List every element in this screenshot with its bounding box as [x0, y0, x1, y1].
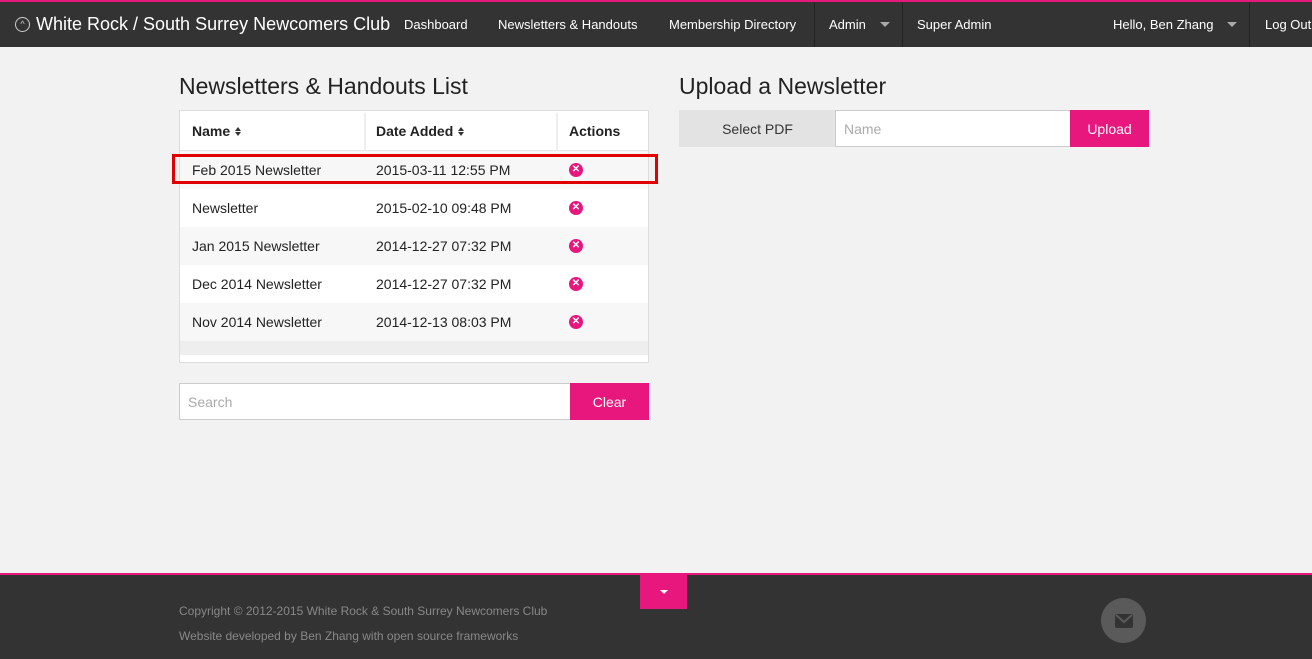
table-row[interactable]: Feb 2015 Newsletter 2015-03-11 12:55 PM … — [180, 151, 648, 189]
row-name: Newsletter — [192, 200, 259, 216]
chevron-down-icon — [1227, 22, 1238, 27]
list-title: Newsletters & Handouts List — [179, 73, 468, 99]
row-name: Nov 2014 Newsletter — [192, 314, 322, 330]
row-name: Jan 2015 Newsletter — [192, 238, 320, 254]
nav-dashboard[interactable]: Dashboard — [404, 2, 468, 47]
caret-down-icon — [659, 590, 668, 594]
column-header-actions: Actions — [569, 123, 621, 139]
column-header-name-label: Name — [192, 123, 231, 139]
delete-icon[interactable]: ✕ — [569, 315, 583, 329]
logo-icon: ^ — [15, 17, 30, 32]
mail-button[interactable] — [1101, 598, 1146, 643]
row-name: Feb 2015 Newsletter — [192, 162, 322, 178]
upload-button[interactable]: Upload — [1070, 110, 1149, 147]
table-row[interactable]: Dec 2014 Newsletter 2014-12-27 07:32 PM … — [180, 265, 648, 303]
row-date: 2015-02-10 09:48 PM — [376, 200, 512, 216]
row-date: 2014-12-27 07:32 PM — [376, 238, 512, 254]
nav-super-admin[interactable]: Super Admin — [917, 2, 991, 47]
nav-admin-label: Admin — [829, 17, 866, 32]
search-input[interactable] — [179, 383, 571, 420]
mail-icon — [1114, 613, 1133, 628]
delete-icon[interactable]: ✕ — [569, 201, 583, 215]
nav-admin-dropdown[interactable]: Admin — [829, 2, 890, 47]
column-header-date[interactable]: Date Added — [376, 111, 465, 151]
newsletters-table: Name Date Added Actions Feb 2015 Newslet… — [179, 110, 649, 363]
nav-user-dropdown[interactable]: Hello, Ben Zhang — [1113, 2, 1238, 47]
footer-copyright: Copyright © 2012-2015 White Rock & South… — [179, 604, 548, 618]
name-input[interactable] — [835, 110, 1071, 147]
delete-icon[interactable]: ✕ — [569, 163, 583, 177]
footer-credit: Website developed by Ben Zhang with open… — [179, 629, 519, 643]
column-header-date-label: Date Added — [376, 123, 454, 139]
row-date: 2014-12-13 08:03 PM — [376, 314, 512, 330]
sort-icon — [235, 126, 242, 136]
nav-divider — [1249, 2, 1250, 47]
row-date: 2014-12-27 07:32 PM — [376, 276, 512, 292]
brand-title: White Rock / South Surrey Newcomers Club — [36, 14, 391, 34]
nav-newsletters[interactable]: Newsletters & Handouts — [498, 2, 637, 47]
column-header-name[interactable]: Name — [192, 111, 242, 151]
footer-toggle-button[interactable] — [640, 575, 687, 609]
chevron-down-icon — [879, 22, 890, 27]
delete-icon[interactable]: ✕ — [569, 277, 583, 291]
brand[interactable]: ^ White Rock / South Surrey Newcomers Cl… — [15, 2, 390, 47]
upload-title: Upload a Newsletter — [679, 73, 887, 99]
table-row[interactable]: Newsletter 2015-02-10 09:48 PM ✕ — [180, 189, 648, 227]
nav-logout[interactable]: Log Out — [1265, 2, 1311, 47]
table-row[interactable]: Nov 2014 Newsletter 2014-12-13 08:03 PM … — [180, 303, 648, 341]
footer: Copyright © 2012-2015 White Rock & South… — [0, 573, 1312, 659]
row-date: 2015-03-11 12:55 PM — [376, 162, 511, 178]
nav-greeting: Hello, Ben Zhang — [1113, 17, 1214, 32]
table-footer — [180, 341, 648, 355]
table-header: Name Date Added Actions — [180, 111, 648, 151]
select-pdf-button[interactable]: Select PDF — [679, 110, 836, 147]
table-row[interactable]: Jan 2015 Newsletter 2014-12-27 07:32 PM … — [180, 227, 648, 265]
sort-icon — [458, 126, 465, 136]
delete-icon[interactable]: ✕ — [569, 239, 583, 253]
clear-button[interactable]: Clear — [570, 383, 649, 420]
top-navbar: ^ White Rock / South Surrey Newcomers Cl… — [0, 0, 1312, 47]
nav-divider — [902, 2, 903, 47]
nav-divider — [814, 2, 815, 47]
nav-membership-directory[interactable]: Membership Directory — [669, 2, 796, 47]
row-name: Dec 2014 Newsletter — [192, 276, 322, 292]
